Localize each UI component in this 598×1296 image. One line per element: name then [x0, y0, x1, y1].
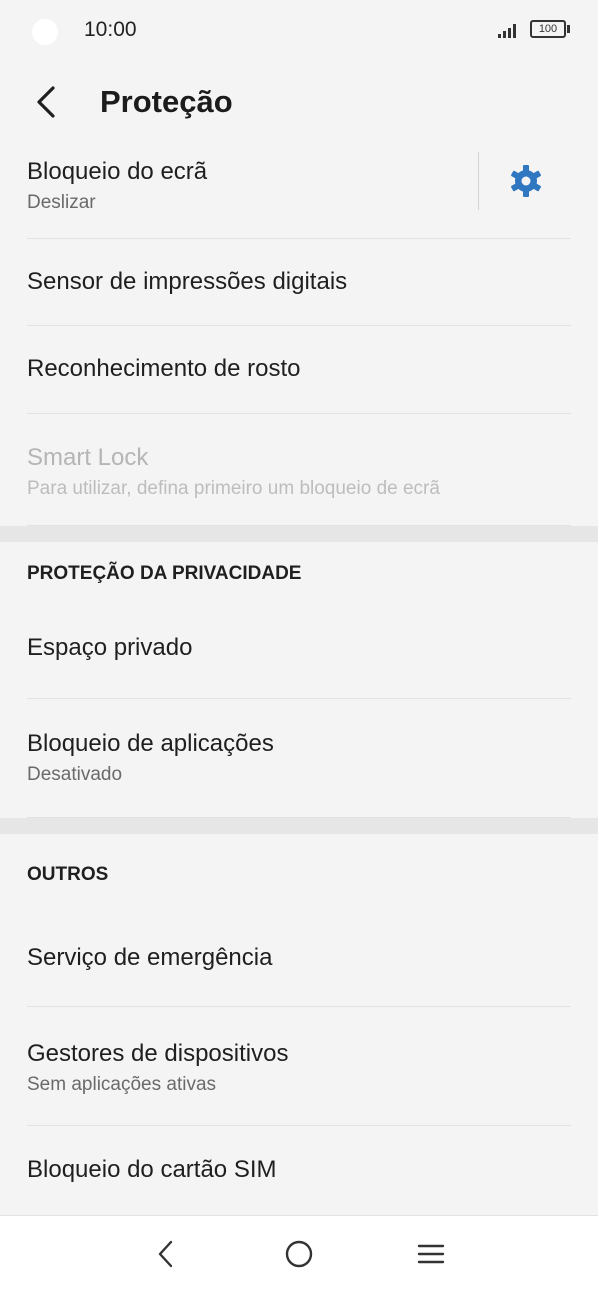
divider — [27, 525, 571, 526]
battery-tip — [567, 25, 570, 33]
signal-icon — [498, 24, 520, 38]
list-item-fingerprint[interactable]: Sensor de impressões digitais — [0, 239, 598, 326]
nav-home-button[interactable] — [275, 1230, 323, 1278]
divider — [27, 817, 571, 818]
item-title: Gestores de dispositivos — [27, 1040, 289, 1067]
item-subtitle: Desativado — [27, 764, 123, 785]
nav-home-icon — [285, 1240, 313, 1268]
screen-lock-settings-button[interactable] — [478, 152, 573, 210]
navigation-bar — [0, 1215, 598, 1296]
list-item-private-space[interactable]: Espaço privado — [0, 606, 598, 699]
section-separator — [0, 818, 598, 834]
app-header: Proteção — [0, 70, 598, 134]
back-button[interactable] — [26, 80, 66, 124]
gear-icon — [511, 165, 541, 197]
list-item-smart-lock: Smart Lock Para utilizar, defina primeir… — [0, 414, 598, 526]
nav-menu-icon — [417, 1244, 445, 1264]
settings-list: Bloqueio do ecrã Deslizar Sensor de impr… — [0, 134, 598, 1214]
chevron-left-icon — [37, 86, 55, 118]
item-title: Sensor de impressões digitais — [27, 268, 348, 295]
status-time: 10:00 — [84, 18, 137, 41]
section-header-privacy: PROTEÇÃO DA PRIVACIDADE — [27, 563, 302, 584]
item-subtitle: Para utilizar, defina primeiro um bloque… — [27, 478, 440, 499]
item-title: Bloqueio de aplicações — [27, 730, 274, 757]
list-item-screen-lock[interactable]: Bloqueio do ecrã Deslizar — [0, 134, 598, 239]
list-item-device-admins[interactable]: Gestores de dispositivos Sem aplicações … — [0, 1007, 598, 1126]
item-title: Bloqueio do cartão SIM — [27, 1156, 277, 1183]
item-title: Serviço de emergência — [27, 944, 273, 971]
nav-back-button[interactable] — [142, 1230, 190, 1278]
battery-icon: 100 — [530, 20, 566, 38]
list-item-sim-lock[interactable]: Bloqueio do cartão SIM — [0, 1126, 598, 1214]
list-item-app-lock[interactable]: Bloqueio de aplicações Desativado — [0, 699, 598, 818]
nav-back-icon — [158, 1240, 173, 1268]
list-item-emergency-service[interactable]: Serviço de emergência — [0, 916, 598, 1007]
section-header-others: OUTROS — [27, 864, 109, 885]
section-separator — [0, 526, 598, 542]
page-title: Proteção — [100, 84, 233, 119]
item-title: Smart Lock — [27, 444, 149, 471]
item-title: Reconhecimento de rosto — [27, 355, 301, 382]
nav-menu-button[interactable] — [407, 1230, 455, 1278]
camera-cutout — [32, 19, 58, 45]
item-title: Espaço privado — [27, 634, 193, 661]
item-subtitle: Sem aplicações ativas — [27, 1074, 217, 1095]
list-item-face-recognition[interactable]: Reconhecimento de rosto — [0, 326, 598, 414]
status-bar: 10:00 100 — [0, 0, 598, 58]
